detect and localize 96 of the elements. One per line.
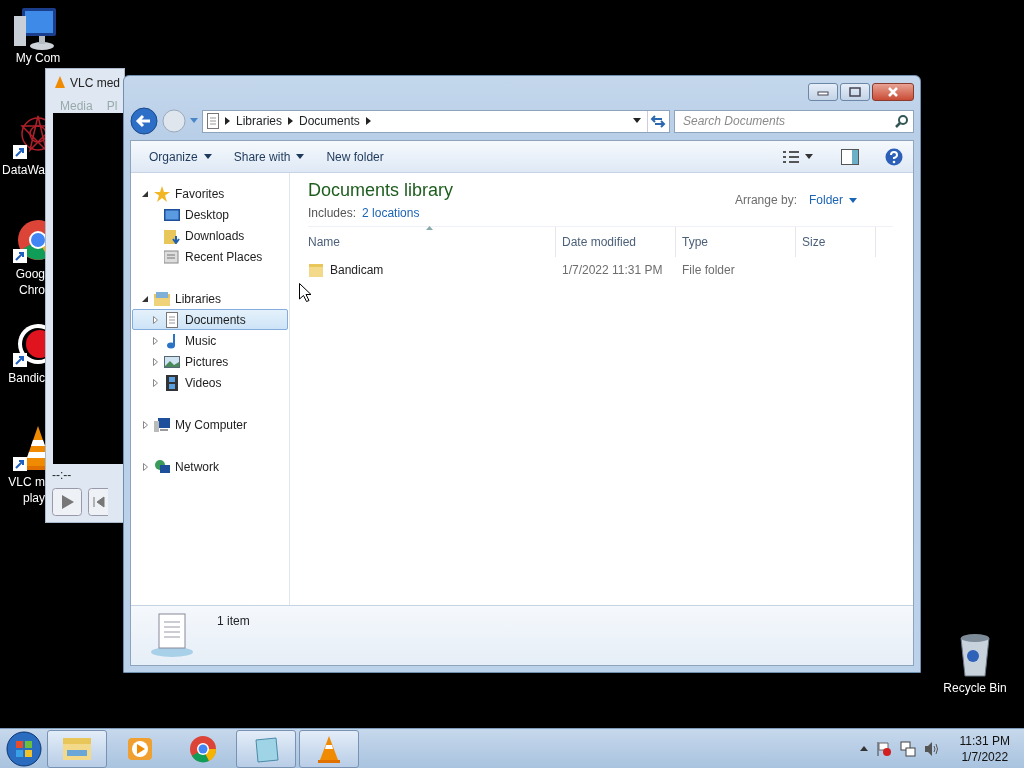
window-title: VLC med — [70, 75, 121, 92]
icon-label: Recycle Bin — [943, 680, 1007, 696]
caret-icon[interactable] — [805, 154, 813, 159]
collapsed-arrow-icon[interactable] — [152, 315, 158, 324]
caret-icon — [849, 197, 857, 203]
tree-item[interactable]: Downloads — [132, 225, 288, 246]
library-title: Documents library — [308, 179, 454, 201]
tree-item[interactable]: Libraries — [132, 288, 288, 309]
document-icon — [164, 311, 180, 328]
network-icon — [154, 458, 170, 475]
arrange-label: Arrange by: — [734, 192, 797, 209]
includes-label: Includes: — [308, 205, 357, 222]
chevron-icon — [365, 117, 371, 125]
caret-icon — [296, 154, 305, 159]
view-list-icon[interactable] — [783, 150, 799, 163]
toolbar-button[interactable]: Share with — [225, 144, 313, 169]
maximize-button[interactable] — [840, 83, 870, 101]
chrome-icon — [187, 733, 219, 764]
document-icon — [149, 612, 195, 658]
close-button[interactable] — [872, 83, 914, 101]
icon-label: DataWa — [2, 162, 45, 178]
film-icon — [164, 374, 180, 391]
close-icon — [887, 87, 899, 97]
minimize-button[interactable] — [808, 83, 838, 101]
preview-pane-icon[interactable] — [841, 148, 859, 165]
collapsed-arrow-icon[interactable] — [152, 336, 158, 345]
tree-item[interactable]: Pictures — [132, 351, 288, 372]
monitor-icon — [164, 206, 180, 223]
search-field[interactable]: Search Documents — [674, 109, 914, 133]
recent-places-icon — [164, 248, 180, 265]
column-header[interactable]: Type — [676, 227, 796, 257]
maximize-icon — [849, 87, 861, 97]
collapsed-arrow-icon[interactable] — [142, 462, 148, 471]
column-header[interactable]: Date modified — [556, 227, 676, 257]
address-bar[interactable]: Libraries Documents — [202, 109, 670, 133]
table-cell-text: 1/7/2022 11:31 PM — [561, 262, 664, 279]
dropdown-icon[interactable] — [633, 118, 641, 124]
taskbar-button[interactable] — [47, 729, 107, 768]
tree-item[interactable]: Music — [132, 330, 288, 351]
tree-item[interactable]: Recent Places — [132, 246, 288, 267]
status-text: 1 item — [217, 613, 250, 630]
tree-item[interactable]: My Computer — [132, 414, 288, 435]
file-name[interactable]: Bandicam — [330, 261, 384, 279]
icon-label: Chro — [19, 282, 45, 298]
clock-time[interactable]: 11:31 PM — [959, 732, 1010, 749]
volume-icon[interactable] — [923, 740, 940, 757]
previous-icon[interactable] — [88, 488, 108, 516]
library-icon — [154, 290, 170, 307]
search-icon[interactable] — [895, 113, 909, 128]
traffic-cone-icon — [54, 76, 66, 90]
taskbar-button[interactable] — [236, 729, 296, 768]
expanded-arrow-icon[interactable] — [142, 295, 148, 302]
tree-item[interactable]: Documents — [132, 309, 288, 330]
icon-label: Goog — [15, 266, 45, 282]
help-icon[interactable] — [885, 147, 903, 166]
flag-icon[interactable] — [875, 740, 892, 757]
minimize-icon — [817, 88, 829, 96]
clock-date[interactable]: 1/7/2022 — [959, 748, 1010, 765]
breadcrumb[interactable]: Libraries — [236, 112, 283, 130]
network-icon[interactable] — [899, 740, 916, 757]
tree-item[interactable]: Videos — [132, 372, 288, 393]
taskbar-button[interactable] — [299, 729, 359, 768]
tree-item[interactable]: Desktop — [132, 204, 288, 225]
cursor-icon — [299, 283, 312, 302]
icon-label: VLC m — [8, 474, 45, 490]
table-cell-text: File folder — [681, 262, 736, 279]
collapsed-arrow-icon[interactable] — [142, 420, 148, 429]
chevron-icon — [288, 117, 294, 125]
computer-icon — [154, 416, 170, 433]
tree-item[interactable]: Favorites — [132, 183, 288, 204]
breadcrumb[interactable]: Documents — [299, 112, 360, 130]
tree-item[interactable]: Network — [132, 456, 288, 477]
expanded-arrow-icon[interactable] — [142, 190, 148, 197]
document-icon — [207, 113, 219, 129]
star-icon — [154, 185, 170, 202]
sort-arrow-icon — [426, 226, 433, 230]
toolbar-button[interactable]: Organize — [141, 144, 220, 169]
column-header[interactable]: Size — [796, 227, 876, 257]
arrange-dropdown[interactable]: Folder — [809, 191, 857, 209]
toolbar-button[interactable]: New folder — [318, 144, 392, 169]
play-icon[interactable] — [52, 488, 82, 516]
caret-icon — [203, 154, 212, 159]
icon-label: play — [23, 490, 45, 506]
locations-link[interactable]: 2 locations — [362, 204, 420, 222]
icon-label: My Com — [15, 50, 61, 66]
picture-icon — [164, 353, 180, 370]
time-label: --:-- — [52, 467, 73, 484]
up-arrow-icon[interactable] — [859, 746, 868, 751]
chevron-icon — [225, 117, 230, 125]
folder-icon — [308, 262, 324, 278]
download-folder-icon — [164, 227, 180, 244]
collapsed-arrow-icon[interactable] — [152, 378, 158, 387]
back-icon[interactable] — [130, 107, 158, 135]
collapsed-arrow-icon[interactable] — [152, 357, 158, 366]
icon-label: Bandic — [8, 370, 45, 386]
start-button-icon[interactable] — [4, 729, 44, 768]
